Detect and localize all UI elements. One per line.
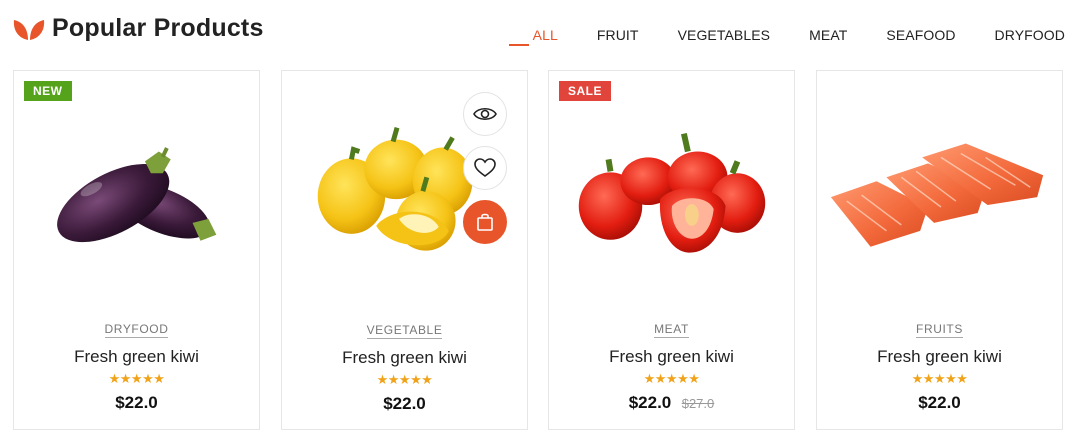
wishlist-button[interactable]	[463, 146, 507, 190]
product-category[interactable]: MEAT	[549, 322, 794, 338]
product-card[interactable]: FRUITS Fresh green kiwi ★★★★★ $22.0	[816, 70, 1063, 430]
price-row: $22.0	[14, 393, 259, 413]
product-name[interactable]: Fresh green kiwi	[817, 347, 1062, 367]
shopping-bag-icon	[477, 213, 493, 231]
product-card[interactable]: VEGETABLE Fresh green kiwi ★★★★★ $22.0	[281, 70, 528, 430]
section-title: Popular Products	[52, 14, 264, 42]
eye-icon	[473, 107, 497, 121]
tab-all[interactable]: ALL	[508, 27, 558, 46]
price-row: $22.0	[282, 394, 527, 414]
product-image-red-peppers[interactable]	[549, 111, 794, 311]
old-price: $27.0	[681, 396, 715, 411]
product-category[interactable]: FRUITS	[817, 322, 1062, 338]
star-rating: ★★★★★	[376, 372, 433, 387]
add-to-cart-button[interactable]	[463, 200, 507, 244]
star-rating: ★★★★★	[108, 371, 165, 386]
tab-meat[interactable]: MEAT	[809, 27, 847, 43]
product-name[interactable]: Fresh green kiwi	[549, 347, 794, 367]
product-name[interactable]: Fresh green kiwi	[14, 347, 259, 367]
star-rating: ★★★★★	[911, 371, 968, 386]
price-row: $22.0 $27.0	[549, 393, 794, 413]
product-card[interactable]: SALE MEAT Fresh green kiwi ★★★★★ $22.0 $…	[548, 70, 795, 430]
product-image-eggplant[interactable]	[14, 111, 259, 311]
product-image-salmon[interactable]	[817, 111, 1062, 311]
tab-dryfood[interactable]: DRYFOOD	[995, 27, 1065, 43]
product-category[interactable]: DRYFOOD	[14, 322, 259, 338]
tab-fruit[interactable]: FRUIT	[597, 27, 639, 43]
leaf-icon	[13, 19, 45, 40]
quick-view-button[interactable]	[463, 92, 507, 136]
product-price: $22.0	[383, 394, 426, 413]
new-badge: NEW	[24, 81, 72, 101]
product-price: $22.0	[918, 393, 961, 412]
star-rating: ★★★★★	[643, 371, 700, 386]
price-row: $22.0	[817, 393, 1062, 413]
tab-seafood[interactable]: SEAFOOD	[886, 27, 955, 43]
product-name[interactable]: Fresh green kiwi	[282, 348, 527, 368]
product-price: $22.0	[115, 393, 158, 412]
product-category[interactable]: VEGETABLE	[282, 323, 527, 339]
category-tabs: ALL FRUIT VEGETABLES MEAT SEAFOOD DRYFOO…	[494, 27, 1065, 46]
tab-vegetables[interactable]: VEGETABLES	[678, 27, 771, 43]
product-price: $22.0	[628, 393, 672, 412]
heart-icon	[474, 158, 496, 177]
sale-badge: SALE	[559, 81, 612, 101]
section-header: Popular Products	[12, 14, 264, 43]
product-card[interactable]: NEW DRYFOOD Fresh green kiwi ★★★★★ $22.0	[13, 70, 260, 430]
